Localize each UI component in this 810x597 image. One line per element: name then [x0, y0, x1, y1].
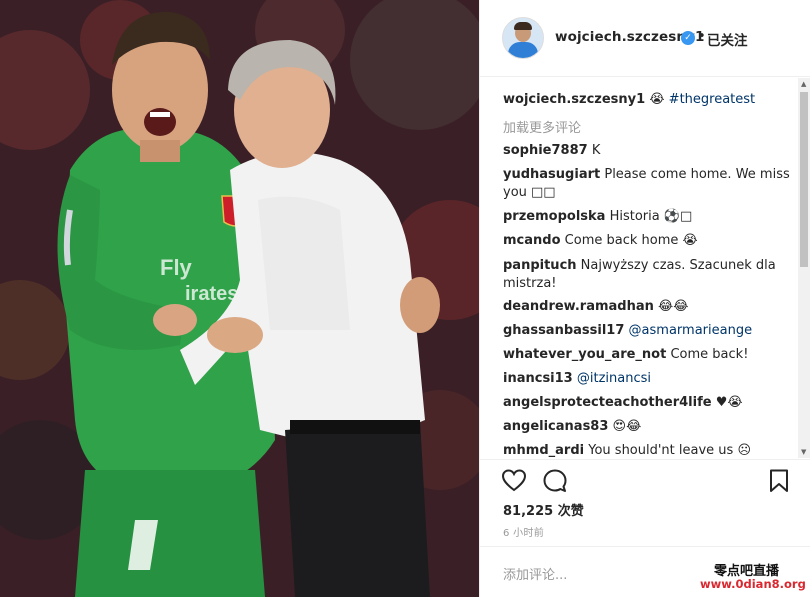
comment-item: panpituch Najwyższy czas. Szacunek dla m… [503, 257, 793, 293]
like-count[interactable]: 81,225 次赞 [503, 500, 584, 519]
comment-item: sophie7887 K [503, 142, 793, 160]
caption-emoji: 😭 [649, 92, 665, 107]
divider [480, 546, 810, 547]
comment-username[interactable]: ghassanbassil17 [503, 323, 624, 338]
comment-item: ghassanbassil17 @asmarmarieange [503, 322, 793, 340]
load-more-comments-button[interactable]: 加载更多评论 [503, 117, 581, 136]
photo-illustration: Fly irates [0, 0, 479, 597]
comment-item: przemopolska Historia ⚽□ [503, 208, 793, 226]
caption: wojciech.szczesny1 😭 #thegreatest [503, 91, 793, 109]
comment-username[interactable]: whatever_you_are_not [503, 347, 666, 362]
watermark-url: www.0dian8.org [700, 577, 806, 591]
comment-text: You should'nt leave us ☹ [588, 443, 751, 458]
comment-item: whatever_you_are_not Come back! [503, 346, 793, 364]
scrollbar-thumb[interactable] [800, 92, 808, 267]
svg-text:Fly: Fly [160, 255, 193, 280]
post-photo[interactable]: Fly irates [0, 0, 479, 597]
comment-username[interactable]: sophie7887 [503, 143, 588, 158]
bookmark-icon[interactable] [766, 468, 792, 494]
comment-username[interactable]: angelsprotecteachother4life [503, 395, 712, 410]
watermark: 零点吧直播 www.0dian8.org [700, 559, 810, 597]
comment-text: ♥😭 [715, 395, 743, 410]
avatar[interactable] [502, 17, 544, 59]
comment-text: 😍😂 [612, 419, 642, 434]
scroll-down-arrow-icon[interactable]: ▼ [801, 448, 806, 456]
comment-item: yudhasugiart Please come home. We miss y… [503, 166, 793, 202]
comment-text: Come back! [670, 347, 749, 362]
add-comment-input[interactable]: 添加评论... [503, 564, 567, 583]
comments-scrollbar[interactable]: ▲ ▼ [798, 78, 810, 458]
comment-text: Come back home 😭 [564, 233, 698, 248]
post-timestamp: 6 小时前 [503, 528, 545, 539]
comment-item: inancsi13 @itzinancsi [503, 370, 793, 388]
comment-bubble-icon[interactable] [542, 468, 568, 494]
comment-text: K [591, 143, 601, 158]
heart-icon[interactable] [501, 468, 527, 494]
comment-username[interactable]: deandrew.ramadhan [503, 299, 654, 314]
comments-list: wojciech.szczesny1 😭 #thegreatest 加载更多评论… [480, 78, 802, 458]
comment-username[interactable]: yudhasugiart [503, 167, 600, 182]
comment-mention[interactable]: @itzinancsi [577, 371, 651, 386]
separator-dot: • [698, 29, 706, 44]
comment-item: angelicanas83 😍😂 [503, 418, 793, 436]
comment-username[interactable]: mhmd_ardi [503, 443, 584, 458]
caption-hashtag[interactable]: #thegreatest [669, 92, 755, 107]
svg-text:irates: irates [185, 283, 238, 305]
comment-text: Historia ⚽□ [609, 209, 693, 224]
comment-item: mhmd_ardi You should'nt leave us ☹ [503, 442, 793, 458]
comment-item: deandrew.ramadhan 😂😂 [503, 298, 793, 316]
comment-username[interactable]: inancsi13 [503, 371, 573, 386]
caption-username[interactable]: wojciech.szczesny1 [503, 92, 645, 107]
verified-badge-icon: ✓ [681, 31, 695, 45]
comment-username[interactable]: mcando [503, 233, 561, 248]
comment-text: 😂😂 [658, 299, 689, 314]
scroll-up-arrow-icon[interactable]: ▲ [801, 80, 806, 88]
comment-item: angelsprotecteachother4life ♥😭 [503, 394, 793, 412]
post-header: wojciech.szczesny1 ✓ • 已关注 [480, 0, 810, 77]
comment-item: mcando Come back home 😭 [503, 232, 793, 250]
comment-username[interactable]: angelicanas83 [503, 419, 608, 434]
comment-username[interactable]: panpituch [503, 258, 577, 273]
post-actions-bar [480, 462, 810, 502]
comment-mention[interactable]: @asmarmarieange [629, 323, 753, 338]
post-detail-panel: wojciech.szczesny1 ✓ • 已关注 wojciech.szcz… [479, 0, 810, 597]
comment-username[interactable]: przemopolska [503, 209, 605, 224]
divider [480, 459, 810, 460]
follow-status-button[interactable]: 已关注 [707, 29, 748, 49]
